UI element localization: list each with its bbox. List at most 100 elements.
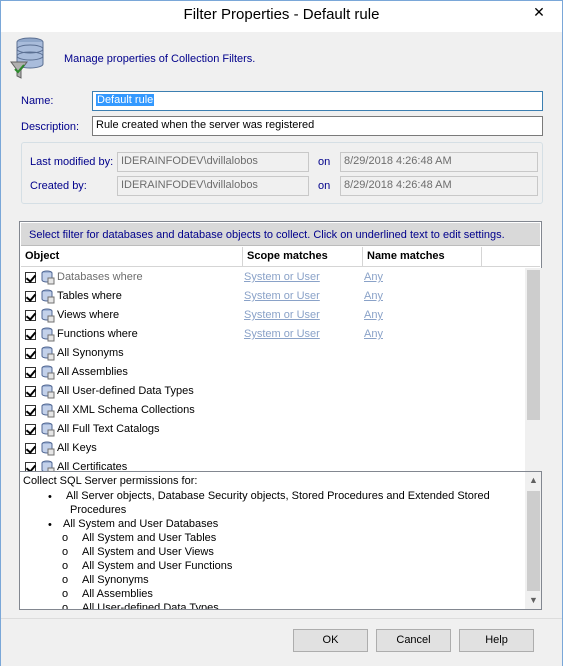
name-matches-link[interactable]: Any — [364, 309, 383, 321]
database-filter-icon — [10, 37, 44, 79]
object-label: All Assemblies — [57, 366, 128, 378]
object-label: Views where — [57, 309, 120, 321]
include-checkbox[interactable] — [25, 424, 36, 435]
object-label: All Keys — [57, 442, 97, 454]
filter-row[interactable]: All Certificates — [21, 458, 526, 472]
scroll-down-icon[interactable]: ▼ — [525, 592, 541, 609]
sub-bullet-marker: o — [62, 602, 69, 610]
ok-button[interactable]: OK — [293, 629, 368, 652]
filter-row[interactable]: Tables where System or User Any — [21, 287, 526, 306]
dialog-header: Manage properties of Collection Filters. — [1, 32, 562, 87]
description-field[interactable]: Rule created when the server was registe… — [92, 116, 543, 136]
sub-bullet-marker: o — [62, 532, 69, 544]
last-modified-on-label: on — [318, 156, 331, 168]
window-title: Filter Properties - Default rule — [183, 6, 380, 23]
filter-row[interactable]: All User-defined Data Types — [21, 382, 526, 401]
scope-matches-link[interactable]: System or User — [244, 309, 320, 321]
name-field[interactable]: Default rule — [92, 91, 543, 111]
include-checkbox[interactable] — [25, 310, 36, 321]
created-date: 8/29/2018 4:26:48 AM — [340, 176, 538, 196]
bullet-marker: • — [48, 491, 52, 503]
filter-list: Select filter for databases and database… — [19, 221, 542, 472]
include-checkbox[interactable] — [25, 348, 36, 359]
filter-scrollbar[interactable] — [525, 268, 542, 472]
filter-row[interactable]: Views where System or User Any — [21, 306, 526, 325]
database-object-icon — [41, 289, 55, 304]
filter-row[interactable]: All XML Schema Collections — [21, 401, 526, 420]
include-checkbox[interactable] — [25, 291, 36, 302]
filter-column-headers: Object Scope matches Name matches — [21, 247, 540, 267]
help-button[interactable]: Help — [459, 629, 534, 652]
permissions-subitem: All System and User Functions — [82, 560, 233, 572]
include-checkbox[interactable] — [25, 405, 36, 416]
close-icon: ✕ — [533, 3, 545, 20]
header-description: Manage properties of Collection Filters. — [64, 53, 256, 65]
filter-row[interactable]: All Synonyms — [21, 344, 526, 363]
database-object-icon — [41, 346, 55, 361]
filter-instructions: Select filter for databases and database… — [21, 223, 540, 246]
sub-bullet-marker: o — [62, 588, 69, 600]
sub-bullet-marker: o — [62, 546, 69, 558]
database-object-icon — [41, 308, 55, 323]
permissions-subitem: All User-defined Data Types — [82, 602, 219, 610]
last-modified-user: IDERAINFODEV\dvillalobos — [117, 152, 309, 172]
object-label: All Full Text Catalogs — [57, 423, 160, 435]
database-object-icon — [41, 441, 55, 456]
filter-row[interactable]: All Full Text Catalogs — [21, 420, 526, 439]
dialog-footer: OK Cancel Help — [1, 618, 562, 666]
filter-scrollbar-thumb[interactable] — [527, 270, 540, 420]
database-object-icon — [41, 365, 55, 380]
object-label: Tables where — [57, 290, 122, 302]
database-object-icon — [41, 403, 55, 418]
include-checkbox[interactable] — [25, 329, 36, 340]
permissions-scrollbar[interactable]: ▲ ▼ — [525, 472, 541, 609]
last-modified-date: 8/29/2018 4:26:48 AM — [340, 152, 538, 172]
bullet-marker: • — [48, 519, 52, 531]
sub-bullet-marker: o — [62, 560, 69, 572]
name-matches-link[interactable]: Any — [364, 328, 383, 340]
scope-matches-link[interactable]: System or User — [244, 328, 320, 340]
last-modified-label: Last modified by: — [30, 156, 114, 168]
object-label: All Synonyms — [57, 347, 124, 359]
permissions-summary: Collect SQL Server permissions for: • Al… — [19, 471, 542, 610]
cancel-button[interactable]: Cancel — [376, 629, 451, 652]
permissions-subitem: All System and User Views — [82, 546, 214, 558]
created-by-user: IDERAINFODEV\dvillalobos — [117, 176, 309, 196]
include-checkbox[interactable] — [25, 272, 36, 283]
object-label: Databases where — [57, 271, 143, 283]
permissions-subitem: All System and User Tables — [82, 532, 217, 544]
filter-row[interactable]: All Keys — [21, 439, 526, 458]
close-button[interactable]: ✕ — [522, 1, 556, 23]
column-object[interactable]: Object — [21, 247, 243, 266]
filter-row[interactable]: Databases where System or User Any — [21, 268, 526, 287]
created-by-label: Created by: — [30, 180, 87, 192]
name-value: Default rule — [96, 94, 155, 106]
permissions-bullet-databases: All System and User Databases — [63, 518, 219, 530]
object-label: All XML Schema Collections — [57, 404, 195, 416]
database-object-icon — [41, 384, 55, 399]
include-checkbox[interactable] — [25, 443, 36, 454]
permissions-scrollbar-thumb[interactable] — [527, 491, 540, 591]
description-label: Description: — [21, 121, 80, 133]
name-matches-link[interactable]: Any — [364, 290, 383, 302]
database-object-icon — [41, 327, 55, 342]
scope-matches-link[interactable]: System or User — [244, 290, 320, 302]
permissions-bullet-server-cont: Procedures — [70, 504, 127, 516]
permissions-intro: Collect SQL Server permissions for: — [23, 475, 198, 487]
filter-properties-dialog: Filter Properties - Default rule ✕ Manag… — [0, 0, 563, 666]
title-bar: Filter Properties - Default rule ✕ — [1, 1, 562, 32]
name-matches-link[interactable]: Any — [364, 271, 383, 283]
filter-rows: Databases where System or User Any Tables … — [21, 268, 526, 472]
filter-row[interactable]: Functions where System or User Any — [21, 325, 526, 344]
column-scope-matches[interactable]: Scope matches — [243, 247, 363, 266]
database-object-icon — [41, 270, 55, 285]
column-name-matches[interactable]: Name matches — [363, 247, 482, 266]
scope-matches-link[interactable]: System or User — [244, 271, 320, 283]
scroll-up-icon[interactable]: ▲ — [525, 472, 541, 489]
permissions-subitem: All Assemblies — [82, 588, 153, 600]
include-checkbox[interactable] — [25, 386, 36, 397]
filter-row[interactable]: All Assemblies — [21, 363, 526, 382]
include-checkbox[interactable] — [25, 367, 36, 378]
name-label: Name: — [21, 95, 54, 107]
permissions-bullet-server: All Server objects, Database Security ob… — [66, 490, 490, 502]
